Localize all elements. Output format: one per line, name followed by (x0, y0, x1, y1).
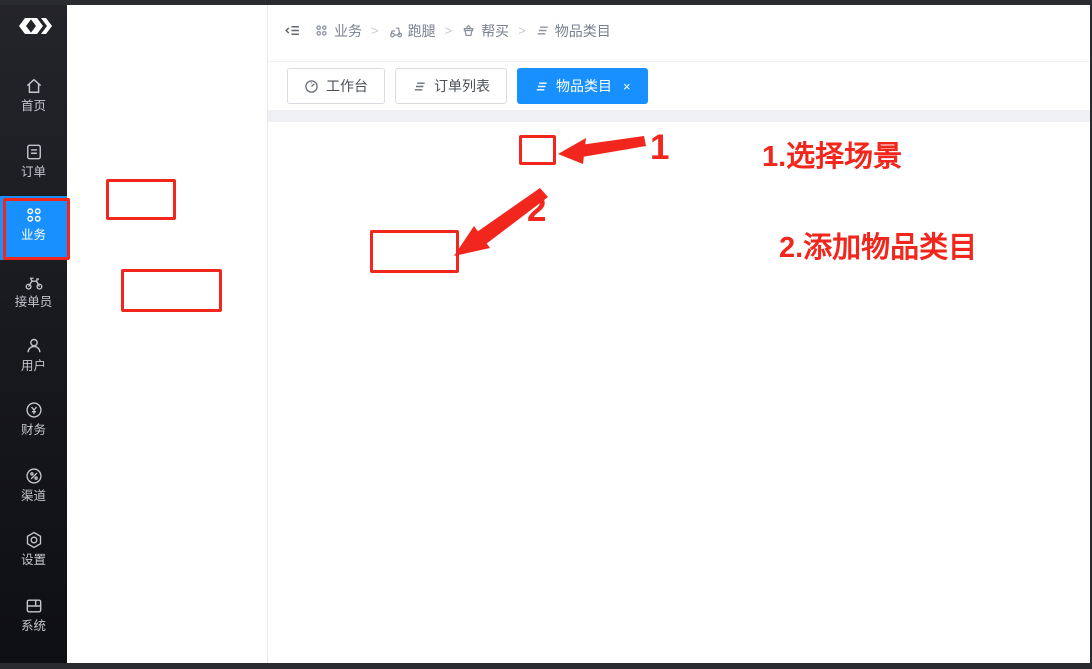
breadcrumb: 业务 > 跑腿 > 帮买 > 物品类目 (268, 0, 1092, 62)
list-icon (412, 79, 427, 94)
tab-workbench[interactable]: 工作台 (287, 68, 385, 104)
breadcrumb-separator: > (371, 23, 379, 38)
scooter-icon (388, 23, 403, 38)
rail-item-label: 设置 (0, 551, 67, 570)
rail-item-orders[interactable]: 订单 (0, 142, 67, 182)
breadcrumb-label: 物品类目 (555, 21, 611, 41)
breadcrumb-item-business[interactable]: 业务 (314, 21, 362, 41)
window-frame-top (0, 0, 1092, 5)
breadcrumb-separator: > (445, 23, 453, 38)
home-icon (0, 76, 67, 96)
apps-grid-icon (314, 23, 329, 38)
rail-item-rider[interactable]: 接单员 (0, 272, 67, 312)
admin-page: 首页 订单 业务 接单员 用户 财务 渠道 设置 (0, 0, 1092, 669)
tab-order-list[interactable]: 订单列表 (395, 68, 507, 104)
apps-grid-icon (0, 205, 67, 225)
tab-label: 订单列表 (434, 76, 490, 96)
rail-item-label: 业务 (0, 226, 67, 245)
rail-item-label: 财务 (0, 421, 67, 440)
tab-label: 工作台 (326, 76, 368, 96)
tab-item-categories[interactable]: 物品类目 × (517, 68, 648, 104)
list-icon (535, 23, 550, 38)
dashboard-gauge-icon (304, 79, 319, 94)
rail-item-channel[interactable]: 渠道 (0, 466, 67, 506)
finance-coin-icon (0, 400, 67, 420)
rail-item-system[interactable]: 系统 (0, 596, 67, 636)
breadcrumb-item-help-buy[interactable]: 帮买 (461, 21, 509, 41)
list-icon (534, 79, 549, 94)
nav-rail: 首页 订单 业务 接单员 用户 财务 渠道 设置 (0, 0, 67, 669)
tab-bar: 工作台 订单列表 物品类目 × (268, 62, 1092, 110)
collapse-sidebar-icon[interactable] (284, 22, 301, 39)
basket-icon (461, 23, 476, 38)
rail-item-label: 订单 (0, 163, 67, 182)
breadcrumb-label: 业务 (334, 21, 362, 41)
rail-item-home[interactable]: 首页 (0, 76, 67, 116)
app-logo-icon[interactable] (0, 14, 67, 43)
rail-item-business[interactable]: 业务 (0, 196, 67, 260)
user-icon (0, 336, 67, 356)
breadcrumb-label: 帮买 (481, 21, 509, 41)
rail-item-label: 系统 (0, 617, 67, 636)
breadcrumb-separator: > (518, 23, 526, 38)
rail-item-finance[interactable]: 财务 (0, 400, 67, 440)
window-frame-bottom (0, 663, 1092, 669)
channel-icon (0, 466, 67, 486)
rider-icon (0, 272, 67, 292)
close-icon[interactable]: × (623, 79, 631, 94)
tab-label: 物品类目 (556, 76, 612, 96)
order-icon (0, 142, 67, 162)
sidebar (67, 0, 268, 669)
settings-nut-icon (0, 530, 67, 550)
rail-item-label: 首页 (0, 97, 67, 116)
rail-item-label: 渠道 (0, 487, 67, 506)
breadcrumb-item-errand[interactable]: 跑腿 (388, 21, 436, 41)
breadcrumb-label: 跑腿 (408, 21, 436, 41)
content-panel (268, 122, 1092, 663)
rail-item-label: 用户 (0, 357, 67, 376)
rail-item-users[interactable]: 用户 (0, 336, 67, 376)
rail-item-settings[interactable]: 设置 (0, 530, 67, 570)
breadcrumb-item-item-categories[interactable]: 物品类目 (535, 21, 611, 41)
system-layout-icon (0, 596, 67, 616)
rail-item-label: 接单员 (0, 293, 67, 312)
